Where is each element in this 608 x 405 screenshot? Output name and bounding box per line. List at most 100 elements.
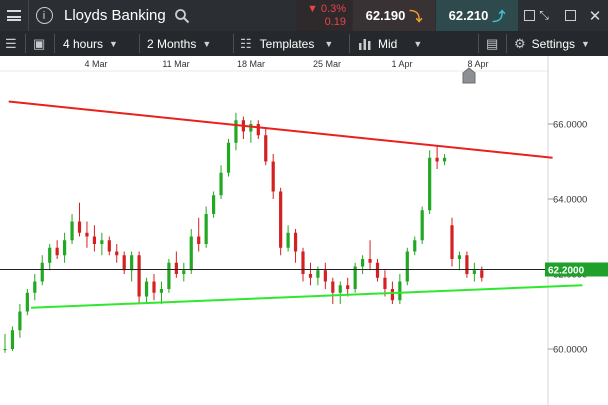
- candle-body: [10, 330, 15, 349]
- templates-dropdown[interactable]: ☷ Templates ▼: [240, 31, 333, 56]
- caret-down-icon: ▼: [581, 38, 590, 49]
- x-tick-label: 8 Apr: [467, 59, 488, 69]
- caret-down-icon: ▼: [413, 38, 423, 49]
- instrument-header: i Lloyds Banking ▼ 0.3% 0.19 62.190 ⤵ 62…: [0, 0, 608, 31]
- candle-body: [271, 161, 275, 192]
- y-tick-label: 66.0000: [553, 120, 587, 131]
- candles: [3, 112, 484, 353]
- templates-label: Templates: [259, 36, 315, 51]
- candle-body: [316, 270, 320, 278]
- interval-value: 4 hours: [63, 36, 104, 51]
- settings-label: Settings: [531, 36, 576, 51]
- candle-body: [25, 292, 29, 312]
- candle-body: [428, 157, 432, 211]
- caret-down-icon: ▼: [109, 38, 118, 49]
- menu-icon[interactable]: [0, 0, 28, 31]
- trendlines[interactable]: [8, 100, 583, 309]
- candle-body: [92, 236, 96, 244]
- candle-body: [301, 251, 305, 274]
- x-tick-label: 11 Mar: [162, 59, 189, 69]
- candle-body: [18, 311, 22, 331]
- candle-body: [279, 191, 283, 248]
- buy-button[interactable]: 62.210 ⤴: [436, 0, 518, 31]
- chart-toolbar: ☰ ▣ 4 hours ▼ 2 Months ▼ ☷ Templates ▼ M…: [0, 31, 608, 56]
- candle-body: [70, 221, 74, 241]
- list-icon[interactable]: ☰: [5, 31, 17, 56]
- candle-body: [398, 281, 402, 301]
- interval-dropdown[interactable]: 4 hours ▼: [63, 31, 118, 56]
- panel-icon[interactable]: ▤: [486, 31, 498, 56]
- candle-body: [383, 277, 387, 289]
- candle-body: [450, 225, 454, 259]
- down-arrow-icon: ▼: [306, 2, 321, 15]
- candle-body: [182, 270, 186, 274]
- divider: [349, 34, 350, 53]
- candle-body: [100, 240, 104, 244]
- caret-down-icon: ▼: [324, 38, 334, 49]
- candlestick-chart[interactable]: 4 Mar 11 Mar 18 Mar 25 Mar 1 Apr 8 Apr 66.000…: [0, 56, 608, 405]
- candle-body: [442, 157, 447, 162]
- y-axis-labels: 66.000064.000062.000060.0000: [548, 120, 587, 356]
- candle-body: [308, 274, 313, 278]
- divider: [139, 34, 140, 53]
- range-dropdown[interactable]: 2 Months ▼: [147, 31, 211, 56]
- candle-body: [189, 236, 193, 271]
- candle-body: [405, 251, 409, 282]
- candle-body: [115, 251, 119, 256]
- candle-body: [152, 281, 156, 293]
- candle-body: [420, 210, 424, 241]
- candle-body: [55, 247, 59, 256]
- settings-dropdown[interactable]: ⚙ Settings ▼: [514, 31, 590, 56]
- candle-body: [130, 255, 134, 271]
- resistance-trendline[interactable]: [8, 100, 553, 159]
- candle-body: [204, 214, 208, 244]
- close-icon[interactable]: ✕: [584, 0, 606, 31]
- candle-body: [361, 259, 365, 267]
- divider: [478, 34, 479, 53]
- candle-body: [40, 262, 44, 282]
- candle-body: [286, 232, 290, 248]
- candle-body: [33, 281, 37, 293]
- templates-icon: ☷: [240, 35, 252, 51]
- candle-body: [107, 240, 111, 252]
- price-chart[interactable]: 4 Mar 11 Mar 18 Mar 25 Mar 1 Apr 8 Apr 66.000…: [0, 56, 608, 405]
- candle-body: [457, 255, 462, 259]
- support-trendline[interactable]: [31, 284, 583, 309]
- gear-icon: ⚙: [514, 35, 526, 51]
- candle-body: [197, 236, 201, 244]
- candle-body: [390, 289, 394, 301]
- divider: [25, 34, 26, 53]
- instrument-title: Lloyds Banking: [64, 7, 166, 24]
- popout-icon[interactable]: [559, 0, 581, 31]
- candle-body: [159, 289, 164, 293]
- price-type-value: Mid: [378, 36, 398, 51]
- candle-body: [331, 281, 335, 293]
- navigator-handle[interactable]: [462, 67, 476, 84]
- candle-body: [77, 221, 82, 233]
- candle-body: [219, 172, 223, 196]
- candle-body: [226, 142, 231, 173]
- candle-body: [264, 135, 268, 162]
- price-type-dropdown[interactable]: Mid ▼: [358, 31, 422, 56]
- candle-body: [375, 262, 380, 278]
- sell-price: 62.190: [365, 8, 406, 23]
- x-tick-label: 4 Mar: [84, 59, 107, 69]
- candle-body: [3, 349, 7, 350]
- change-abs: 0.19: [324, 15, 346, 28]
- candle-body: [368, 259, 372, 263]
- candle-body: [338, 285, 342, 293]
- candle-body: [144, 281, 149, 297]
- y-tick-label: 60.0000: [553, 345, 587, 356]
- current-price-label: 62.2000: [548, 266, 585, 277]
- x-axis-labels: 4 Mar 11 Mar 18 Mar 25 Mar 1 Apr 8 Apr: [84, 59, 488, 69]
- shrink-icon[interactable]: ⤡: [533, 0, 555, 31]
- x-tick-label: 1 Apr: [391, 59, 412, 69]
- candle-body: [480, 270, 484, 278]
- info-icon[interactable]: i: [32, 0, 56, 31]
- x-tick-label: 25 Mar: [313, 59, 341, 69]
- sell-button[interactable]: 62.190 ⤵: [353, 0, 435, 31]
- divider: [54, 34, 55, 53]
- search-icon[interactable]: [172, 0, 192, 31]
- range-value: 2 Months: [147, 36, 197, 51]
- layout-icon[interactable]: ▣: [33, 31, 45, 56]
